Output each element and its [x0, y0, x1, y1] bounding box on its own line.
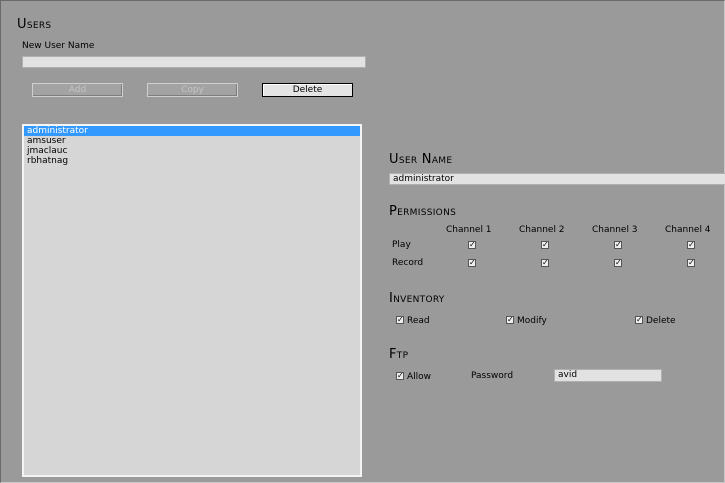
list-item[interactable]: administrator	[24, 126, 360, 136]
ftp-allow-checkbox[interactable]: ✓	[396, 372, 404, 380]
inventory-read-checkbox[interactable]: ✓	[396, 316, 404, 324]
channel-4-header: Channel 4	[665, 225, 711, 235]
play-channel-3-checkbox[interactable]: ✓	[614, 241, 622, 249]
user-name-title: User Name	[389, 152, 453, 167]
channel-1-header: Channel 1	[446, 225, 492, 235]
inventory-delete-label: Delete	[646, 316, 676, 326]
record-channel-4-checkbox[interactable]: ✓	[687, 259, 695, 267]
password-label: Password	[471, 371, 514, 381]
ftp-allow-label: Allow	[407, 372, 432, 382]
record-channel-2-checkbox[interactable]: ✓	[541, 259, 549, 267]
play-channel-2-checkbox[interactable]: ✓	[541, 241, 549, 249]
play-channel-1-checkbox[interactable]: ✓	[468, 241, 476, 249]
record-row-label: Record	[392, 258, 424, 268]
copy-button[interactable]: Copy	[147, 83, 238, 97]
users-list[interactable]: administrator amsuser jmaclauc rbhatnag	[22, 124, 362, 477]
new-user-name-label: New User Name	[22, 41, 95, 51]
ftp-title: Ftp	[389, 347, 409, 362]
record-channel-1-checkbox[interactable]: ✓	[468, 259, 476, 267]
list-item[interactable]: jmaclauc	[24, 146, 360, 156]
inventory-title: Inventory	[389, 291, 445, 306]
add-button[interactable]: Add	[32, 83, 123, 97]
new-user-name-input[interactable]	[22, 56, 366, 68]
inventory-modify-checkbox[interactable]: ✓	[506, 316, 514, 324]
channel-2-header: Channel 2	[519, 225, 565, 235]
inventory-delete-checkbox[interactable]: ✓	[635, 316, 643, 324]
list-item[interactable]: amsuser	[24, 136, 360, 146]
user-name-input[interactable]: administrator	[389, 173, 725, 185]
permissions-title: Permissions	[389, 204, 457, 219]
play-row-label: Play	[392, 240, 411, 250]
list-item[interactable]: rbhatnag	[24, 156, 360, 166]
password-input[interactable]: avid	[554, 369, 662, 382]
delete-button[interactable]: Delete	[262, 83, 353, 97]
play-channel-4-checkbox[interactable]: ✓	[687, 241, 695, 249]
users-section-title: Users	[17, 17, 52, 32]
channel-3-header: Channel 3	[592, 225, 638, 235]
inventory-read-label: Read	[407, 316, 430, 326]
inventory-modify-label: Modify	[517, 316, 547, 326]
record-channel-3-checkbox[interactable]: ✓	[614, 259, 622, 267]
